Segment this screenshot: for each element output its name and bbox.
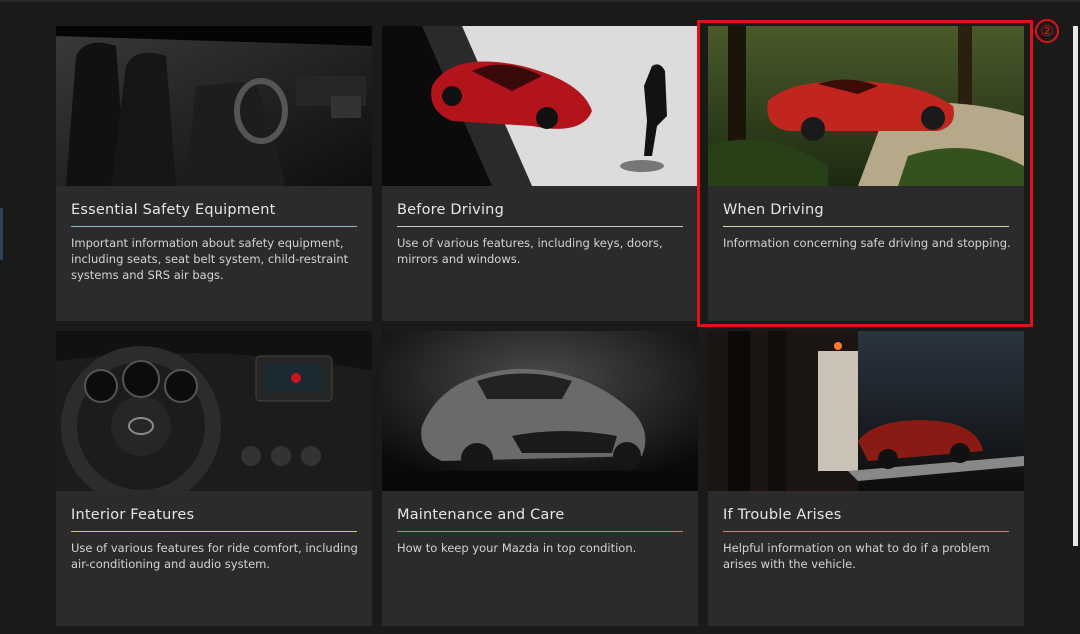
card-image: [56, 26, 372, 186]
title-underline: [71, 531, 357, 532]
card-title: Interior Features: [71, 507, 195, 523]
card-title: When Driving: [723, 202, 824, 218]
card-before-driving[interactable]: Before Driving Use of various features, …: [382, 26, 698, 321]
forest-convertible-image: [708, 26, 1024, 186]
card-maintenance-and-care[interactable]: Maintenance and Care How to keep your Ma…: [382, 331, 698, 626]
card-image: [382, 331, 698, 491]
card-image: [708, 26, 1024, 186]
card-description: How to keep your Mazda in top condition.: [397, 541, 637, 555]
topic-grid: Essential Safety Equipment Important inf…: [0, 0, 1080, 634]
title-underline: [71, 226, 357, 227]
card-essential-safety-equipment[interactable]: Essential Safety Equipment Important inf…: [56, 26, 372, 321]
title-underline: [723, 226, 1009, 227]
card-image: [708, 331, 1024, 491]
card-title: Essential Safety Equipment: [71, 202, 276, 218]
card-description: Use of various features for ride comfort…: [71, 541, 358, 571]
steering-wheel-image: [56, 331, 372, 491]
annotation-number-badge: ②: [1035, 19, 1059, 43]
card-title: Before Driving: [397, 202, 504, 218]
card-title: If Trouble Arises: [723, 507, 842, 523]
title-underline: [723, 531, 1009, 532]
grey-roadster-image: [382, 331, 698, 491]
card-image: [382, 26, 698, 186]
card-title: Maintenance and Care: [397, 507, 565, 523]
card-description: Helpful information on what to do if a p…: [723, 541, 990, 571]
card-description: Use of various features, including keys,…: [397, 236, 663, 266]
title-underline: [397, 226, 683, 227]
card-image: [56, 331, 372, 491]
card-when-driving[interactable]: When Driving Information concerning safe…: [708, 26, 1024, 321]
card-interior-features[interactable]: Interior Features Use of various feature…: [56, 331, 372, 626]
card-if-trouble-arises[interactable]: If Trouble Arises Helpful information on…: [708, 331, 1024, 626]
title-underline: [397, 531, 683, 532]
card-description: Information concerning safe driving and …: [723, 236, 1011, 250]
car-interior-image: [56, 26, 372, 186]
card-description: Important information about safety equip…: [71, 236, 349, 282]
red-convertible-image: [382, 26, 698, 186]
tow-truck-image: [708, 331, 1024, 491]
